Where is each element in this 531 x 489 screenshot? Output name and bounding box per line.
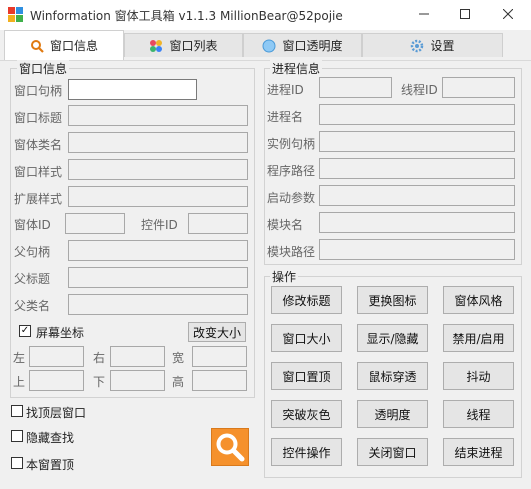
window-class-label: 窗体类名 — [14, 138, 63, 152]
tab-label: 窗口列表 — [169, 39, 218, 53]
resize-button[interactable]: 改变大小 — [188, 322, 246, 342]
tab-label: 窗口透明度 — [282, 39, 343, 53]
form-id-field[interactable] — [65, 213, 125, 234]
self-topmost-checkbox[interactable] — [11, 457, 23, 469]
parent-class-field[interactable] — [68, 294, 248, 315]
start-args-field[interactable] — [319, 185, 515, 206]
window-title-label: 窗口标题 — [14, 111, 63, 125]
op-button-kill-process[interactable]: 结束进程 — [443, 438, 514, 466]
process-info-group-label: 进程信息 — [270, 60, 323, 77]
op-button-show-hide[interactable]: 显示/隐藏 — [357, 324, 428, 352]
window-handle-label: 窗口句柄 — [14, 84, 63, 98]
process-id-label: 进程ID — [267, 83, 304, 97]
op-button-close-window[interactable]: 关闭窗口 — [357, 438, 428, 466]
find-top-window-label: 找顶层窗口 — [26, 406, 87, 420]
top-label: 上 — [13, 375, 26, 389]
process-id-field[interactable] — [319, 77, 392, 98]
op-button-edit-title[interactable]: 修改标题 — [271, 286, 342, 314]
top-field[interactable] — [29, 370, 84, 391]
window-title: Winformation 窗体工具箱 v1.1.3 MillionBear@52… — [30, 9, 343, 23]
parent-title-label: 父标题 — [14, 272, 51, 286]
bottom-label: 下 — [93, 375, 106, 389]
op-button-shake[interactable]: 抖动 — [443, 362, 514, 390]
op-button-disable-enable[interactable]: 禁用/启用 — [443, 324, 514, 352]
module-name-label: 模块名 — [267, 218, 304, 232]
control-id-field[interactable] — [188, 213, 248, 234]
parent-title-field[interactable] — [68, 267, 248, 288]
gear-icon — [410, 39, 424, 53]
right-field[interactable] — [110, 346, 165, 367]
op-button-mouse-through[interactable]: 鼠标穿透 — [357, 362, 428, 390]
op-button-window-size[interactable]: 窗口大小 — [271, 324, 342, 352]
width-field[interactable] — [192, 346, 247, 367]
globe-icon — [262, 39, 276, 53]
op-button-topmost[interactable]: 窗口置顶 — [271, 362, 342, 390]
program-path-label: 程序路径 — [267, 164, 316, 178]
module-name-field[interactable] — [319, 212, 515, 233]
find-top-window-checkbox[interactable] — [11, 405, 23, 417]
process-name-field[interactable] — [319, 104, 515, 125]
height-label: 高 — [172, 375, 185, 389]
tab-window-opacity[interactable]: 窗口透明度 — [243, 33, 362, 57]
module-path-label: 模块路径 — [267, 245, 316, 259]
width-label: 宽 — [172, 351, 185, 365]
instance-handle-field[interactable] — [319, 131, 515, 152]
hide-search-label: 隐藏查找 — [26, 431, 75, 445]
op-button-window-style[interactable]: 窗体风格 — [443, 286, 514, 314]
parent-handle-label: 父句柄 — [14, 245, 51, 259]
window-title-field[interactable] — [68, 105, 248, 126]
search-icon — [30, 39, 44, 53]
height-field[interactable] — [192, 370, 247, 391]
grid-icon — [149, 39, 163, 53]
start-args-label: 启动参数 — [267, 191, 316, 205]
search-icon — [216, 433, 245, 462]
left-field[interactable] — [29, 346, 84, 367]
window-class-field[interactable] — [68, 132, 248, 153]
minimize-icon[interactable] — [412, 4, 436, 24]
finder-button[interactable] — [211, 428, 249, 466]
tab-label: 设置 — [430, 39, 455, 53]
screen-coords-label: 屏幕坐标 — [36, 326, 85, 340]
ex-style-field[interactable] — [68, 186, 248, 207]
op-button-change-icon[interactable]: 更换图标 — [357, 286, 428, 314]
screen-coords-checkbox[interactable]: ✓ — [19, 325, 31, 337]
thread-id-field[interactable] — [442, 77, 515, 98]
bottom-field[interactable] — [110, 370, 165, 391]
window-style-label: 窗口样式 — [14, 165, 63, 179]
left-label: 左 — [13, 351, 26, 365]
parent-class-label: 父类名 — [14, 299, 51, 313]
tab-window-list[interactable]: 窗口列表 — [124, 33, 243, 57]
operations-group-label: 操作 — [270, 268, 299, 285]
hide-search-checkbox[interactable] — [11, 430, 23, 442]
process-name-label: 进程名 — [267, 110, 304, 124]
tab-label: 窗口信息 — [49, 39, 98, 53]
op-button-break-gray[interactable]: 突破灰色 — [271, 400, 342, 428]
op-button-opacity[interactable]: 透明度 — [357, 400, 428, 428]
instance-handle-label: 实例句柄 — [267, 137, 316, 151]
window-info-group-label: 窗口信息 — [17, 60, 70, 77]
tab-window-info[interactable]: 窗口信息 — [4, 30, 124, 60]
window-style-field[interactable] — [68, 159, 248, 180]
right-label: 右 — [93, 351, 106, 365]
module-path-field[interactable] — [319, 239, 515, 260]
maximize-icon[interactable] — [453, 4, 477, 24]
op-button-thread[interactable]: 线程 — [443, 400, 514, 428]
form-id-label: 窗体ID — [14, 218, 51, 232]
self-topmost-label: 本窗置顶 — [26, 458, 75, 472]
ex-style-label: 扩展样式 — [14, 192, 63, 206]
window-handle-field[interactable] — [68, 79, 197, 100]
tab-settings[interactable]: 设置 — [362, 33, 503, 57]
thread-id-label: 线程ID — [401, 83, 438, 97]
close-icon[interactable] — [496, 4, 520, 24]
program-path-field[interactable] — [319, 158, 515, 179]
parent-handle-field[interactable] — [68, 240, 248, 261]
control-id-label: 控件ID — [141, 218, 178, 232]
op-button-control-ops[interactable]: 控件操作 — [271, 438, 342, 466]
app-logo-icon — [8, 7, 24, 23]
